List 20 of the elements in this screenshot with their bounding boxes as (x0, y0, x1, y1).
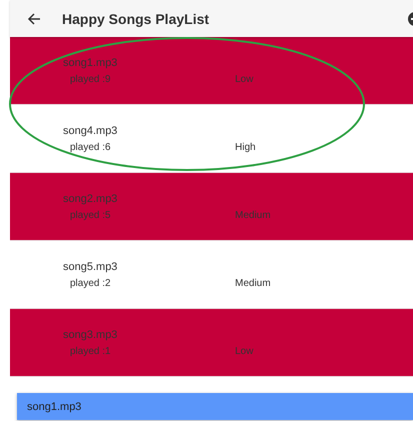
play-count: played :1 (70, 346, 112, 356)
page-title: Happy Songs PlayList (62, 10, 210, 26)
song-name: song3.mp3 (63, 328, 118, 340)
play-count: played :9 (70, 74, 112, 84)
dragged-song-name: song1.mp3 (27, 400, 82, 412)
mood-level: Low (235, 74, 254, 84)
mood-level: Medium (235, 278, 271, 288)
song-name: song5.mp3 (63, 260, 118, 272)
back-button[interactable] (26, 10, 42, 26)
song-name: song2.mp3 (63, 192, 118, 204)
mood-level: Low (235, 346, 254, 356)
song-name: song1.mp3 (63, 56, 118, 68)
play-count: played :5 (70, 210, 112, 220)
mood-level: High (235, 142, 256, 152)
mood-level: Medium (235, 210, 271, 220)
play-count: played :6 (70, 142, 112, 152)
dragged-song-item[interactable]: song1.mp3 (17, 393, 413, 420)
play-count: played :2 (70, 278, 112, 288)
back-arrow-icon (26, 10, 42, 26)
song-name: song4.mp3 (63, 124, 118, 136)
